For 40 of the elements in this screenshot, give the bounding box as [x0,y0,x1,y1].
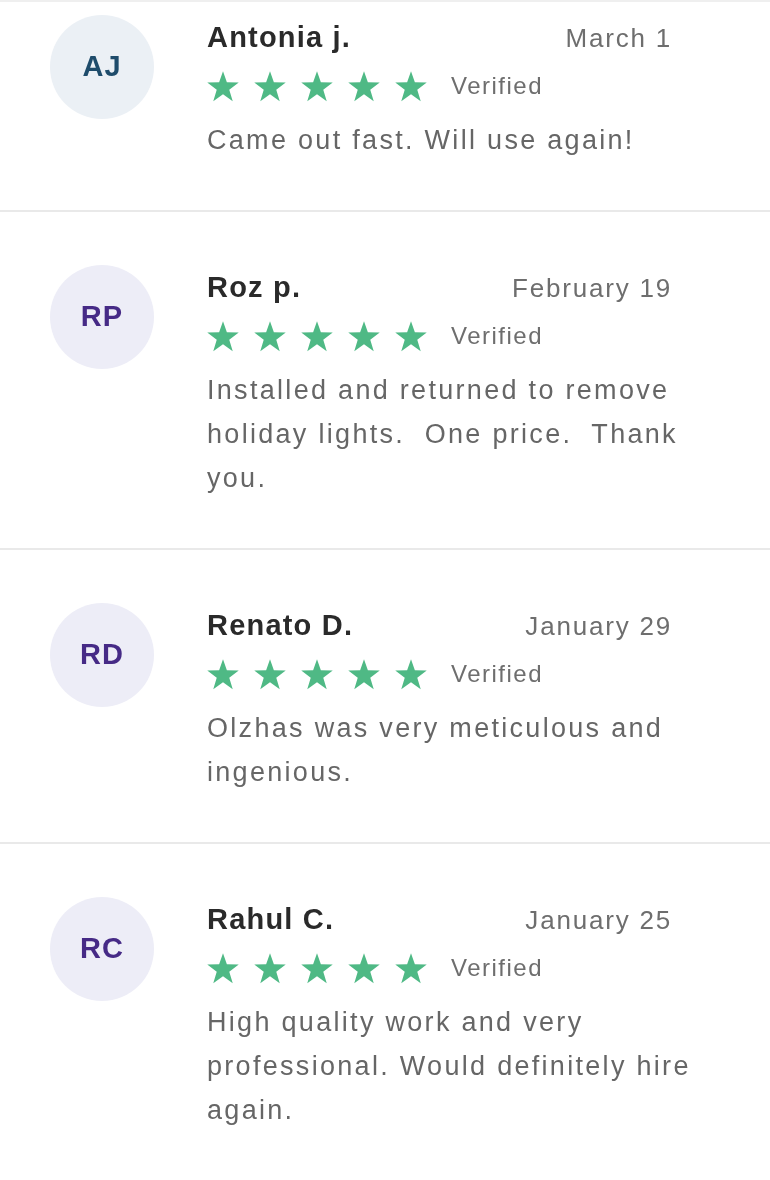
star-icon [254,70,286,102]
star-icon [348,658,380,690]
review-text: Olzhas was very meticulous and ingenious. [207,712,665,789]
review-text: High quality work and very professional. Would definitely hire again. [207,1006,692,1127]
star-icon [301,320,333,352]
star-icon [348,320,380,352]
star-icon [301,952,333,984]
star-icon [207,658,239,690]
star-icon [301,70,333,102]
reviewer-name: Rahul C. [207,902,335,937]
review-date: March 1 [565,22,672,55]
avatar: AJ [50,15,154,119]
reviewer-name: Antonia j. [207,20,352,55]
star-icon [395,952,427,984]
star-icon [348,70,380,102]
star-icon [395,658,427,690]
star-icon [348,952,380,984]
star-icon [254,320,286,352]
star-icon [301,658,333,690]
avatar: RC [50,897,154,1001]
star-icon [207,70,239,102]
star-icon [395,70,427,102]
reviewer-name: Renato D. [207,608,354,643]
reviewer-name: Roz p. [207,270,302,305]
star-icon [254,658,286,690]
verified-label: Verified [451,71,544,101]
avatar: RP [50,265,154,369]
review-date: February 19 [512,272,672,305]
star-icon [207,320,239,352]
verified-label: Verified [451,321,544,351]
review-text: Installed and returned to remove holiday lights. One price. Thank you. [207,374,679,495]
star-icon [254,952,286,984]
review-date: January 25 [525,904,672,937]
verified-label: Verified [451,659,544,689]
star-icon [207,952,239,984]
review-date: January 29 [525,610,672,643]
avatar: RD [50,603,154,707]
review-text: Came out fast. Will use again! [207,124,636,157]
star-icon [395,320,427,352]
verified-label: Verified [451,953,544,983]
